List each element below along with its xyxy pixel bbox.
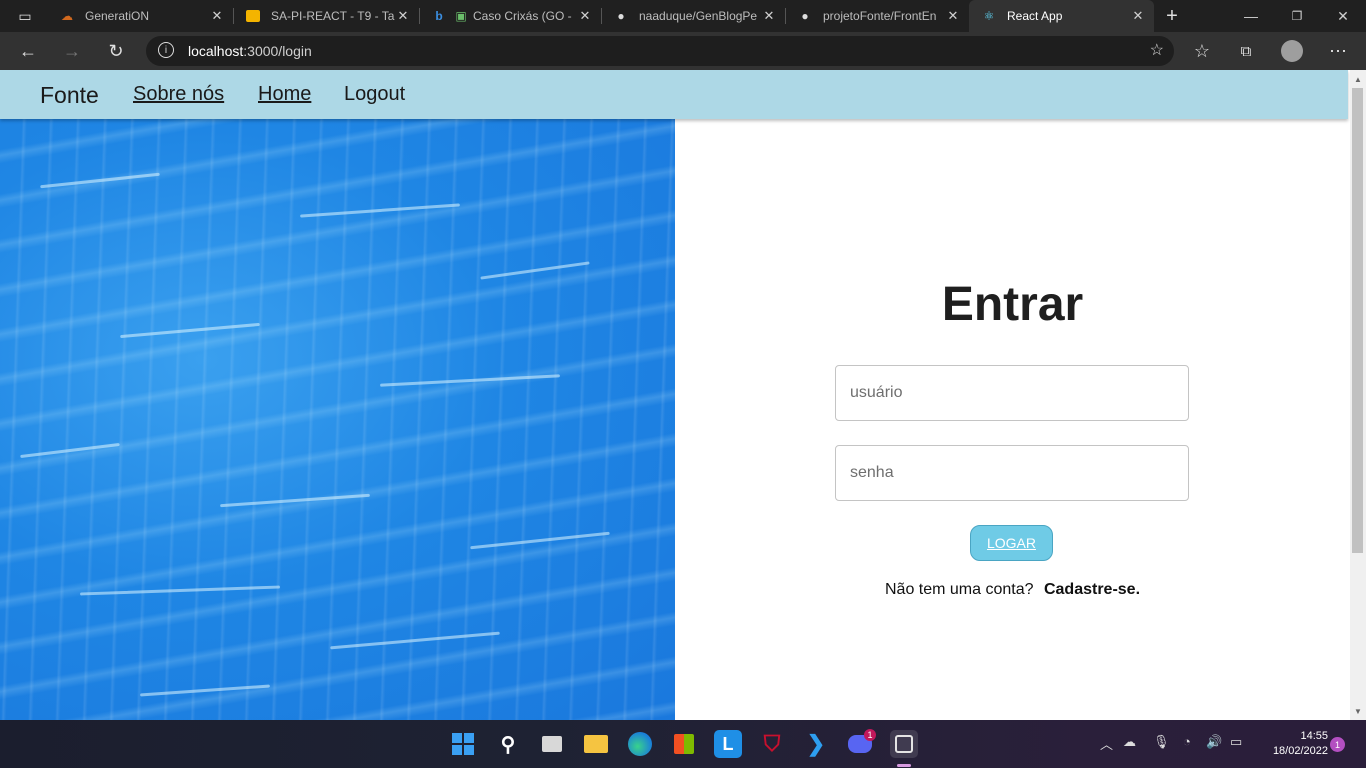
water-background-image: [0, 119, 675, 720]
brand-title: Fonte: [40, 82, 99, 108]
more-options-icon[interactable]: ⋯: [1323, 36, 1353, 66]
github-icon: ●: [617, 9, 625, 23]
scrollbar-thumb[interactable]: [1352, 88, 1363, 553]
nav-link-home[interactable]: Home: [258, 83, 311, 106]
scroll-up-icon[interactable]: ▲: [1350, 72, 1366, 86]
github-icon: ●: [801, 9, 809, 23]
cloud-icon: ☁: [61, 9, 73, 23]
wifi-icon[interactable]: ◔: [1183, 734, 1191, 749]
vscode-icon[interactable]: ❯: [802, 730, 830, 758]
collections-icon[interactable]: ⧉: [1231, 36, 1261, 66]
favorites-icon[interactable]: ☆: [1187, 36, 1217, 66]
close-icon[interactable]: ✕: [209, 8, 225, 24]
search-icon[interactable]: ⚲: [494, 730, 522, 758]
minimize-icon[interactable]: —: [1228, 0, 1274, 32]
clock-date: 18/02/2022: [1272, 745, 1328, 757]
file-explorer-icon[interactable]: [582, 730, 610, 758]
close-icon[interactable]: ✕: [945, 8, 961, 24]
page-scrollbar[interactable]: ▲ ▼: [1350, 70, 1366, 720]
browser-tab[interactable]: ● naaduque/GenBlogPe ✕: [601, 0, 786, 32]
volume-icon[interactable]: 🔊: [1206, 734, 1222, 750]
signup-text: Não tem uma conta?: [884, 581, 1034, 598]
edge-icon[interactable]: [626, 730, 654, 758]
tab-title: projetoFonte/FrontEn: [823, 9, 937, 23]
store-icon[interactable]: [670, 730, 698, 758]
browser-tab[interactable]: ☁ GeneratiON ✕: [47, 0, 234, 32]
restore-icon[interactable]: ❐: [1274, 0, 1320, 32]
add-favorite-icon[interactable]: ☆: [1150, 40, 1164, 60]
close-icon[interactable]: ✕: [1130, 8, 1146, 24]
refresh-icon[interactable]: ↻: [101, 36, 131, 66]
close-icon[interactable]: ✕: [761, 8, 777, 24]
tab-title: SA-PI-REACT - T9 - Ta: [271, 9, 395, 23]
tab-actions-icon[interactable]: ▭: [10, 1, 40, 31]
browser-tab[interactable]: ● projetoFonte/FrontEn ✕: [785, 0, 969, 32]
nav-link-logout[interactable]: Logout: [344, 83, 405, 106]
window-close-icon[interactable]: ✕: [1320, 0, 1366, 32]
tab-title: naaduque/GenBlogPe: [639, 9, 758, 23]
show-hidden-icons[interactable]: ︿: [1100, 734, 1113, 753]
notification-badge[interactable]: 1: [1330, 737, 1345, 752]
login-title: Entrar: [941, 278, 1084, 331]
forward-icon[interactable]: →: [57, 36, 87, 66]
web-page: Fonte Sobre nós Home Logout Entrar LOGAR…: [0, 70, 1350, 720]
signup-prompt: Não tem uma conta? Cadastre-se.: [675, 581, 1350, 599]
username-input[interactable]: [835, 365, 1189, 421]
discord-badge: 1: [864, 729, 876, 741]
task-view-icon[interactable]: [538, 730, 566, 758]
snipping-tool-icon[interactable]: [890, 730, 918, 758]
battery-icon[interactable]: ▭: [1230, 734, 1242, 750]
browser-tab[interactable]: b ▣ Caso Crixás (GO - ✕: [419, 0, 602, 32]
browser-tab[interactable]: SA-PI-REACT - T9 - Ta ✕: [233, 0, 420, 32]
url-text[interactable]: localhost:3000/login: [188, 43, 312, 59]
mcafee-icon[interactable]: ⛉: [758, 730, 786, 758]
back-icon[interactable]: ←: [13, 36, 43, 66]
tab-title: Caso Crixás (GO -: [473, 9, 572, 23]
microphone-icon[interactable]: 🎙: [1153, 734, 1170, 750]
scroll-down-icon[interactable]: ▼: [1350, 704, 1366, 718]
browser-toolbar: ← → ↻ i localhost:3000/login ☆ ☆ ⧉ ⋯: [0, 32, 1366, 70]
react-icon: ⚛: [983, 9, 995, 23]
weather-icon[interactable]: ☁: [1123, 734, 1136, 750]
windows-taskbar: ⚲ L ⛉ ❯ 1 ︿ ☁ 🎙 ◔ 🔊 ▭ 14:55 18/02/2022 1: [0, 720, 1366, 768]
password-input[interactable]: [835, 445, 1189, 501]
signup-link[interactable]: Cadastre-se.: [1044, 581, 1140, 598]
top-navbar: Fonte Sobre nós Home Logout: [0, 70, 1348, 119]
login-panel: Entrar LOGAR Não tem uma conta? Cadastre…: [675, 119, 1350, 720]
app-l-icon[interactable]: L: [714, 730, 742, 758]
system-clock[interactable]: 14:55 18/02/2022: [1258, 729, 1328, 759]
bing-icon: b: [435, 9, 443, 23]
new-tab-icon[interactable]: +: [1157, 1, 1187, 31]
login-button[interactable]: LOGAR: [970, 525, 1053, 561]
nav-link-sobre[interactable]: Sobre nós: [133, 83, 224, 106]
address-bar[interactable]: i localhost:3000/login ☆: [146, 36, 1174, 66]
tab-title: React App: [1007, 9, 1063, 23]
close-icon[interactable]: ✕: [395, 8, 411, 24]
browser-tab-strip: ▭ ☁ GeneratiON ✕ SA-PI-REACT - T9 - Ta ✕…: [0, 0, 1366, 32]
image-icon: ▣: [455, 9, 467, 23]
slides-icon: [245, 8, 261, 24]
active-app-indicator: [897, 764, 911, 767]
clock-time: 14:55: [1300, 730, 1328, 742]
start-icon[interactable]: [449, 730, 477, 758]
browser-tab-active[interactable]: ⚛ React App ✕: [969, 0, 1154, 32]
profile-icon[interactable]: [1277, 36, 1307, 66]
info-icon[interactable]: i: [158, 42, 174, 58]
tab-title: GeneratiON: [85, 9, 150, 23]
close-icon[interactable]: ✕: [577, 8, 593, 24]
